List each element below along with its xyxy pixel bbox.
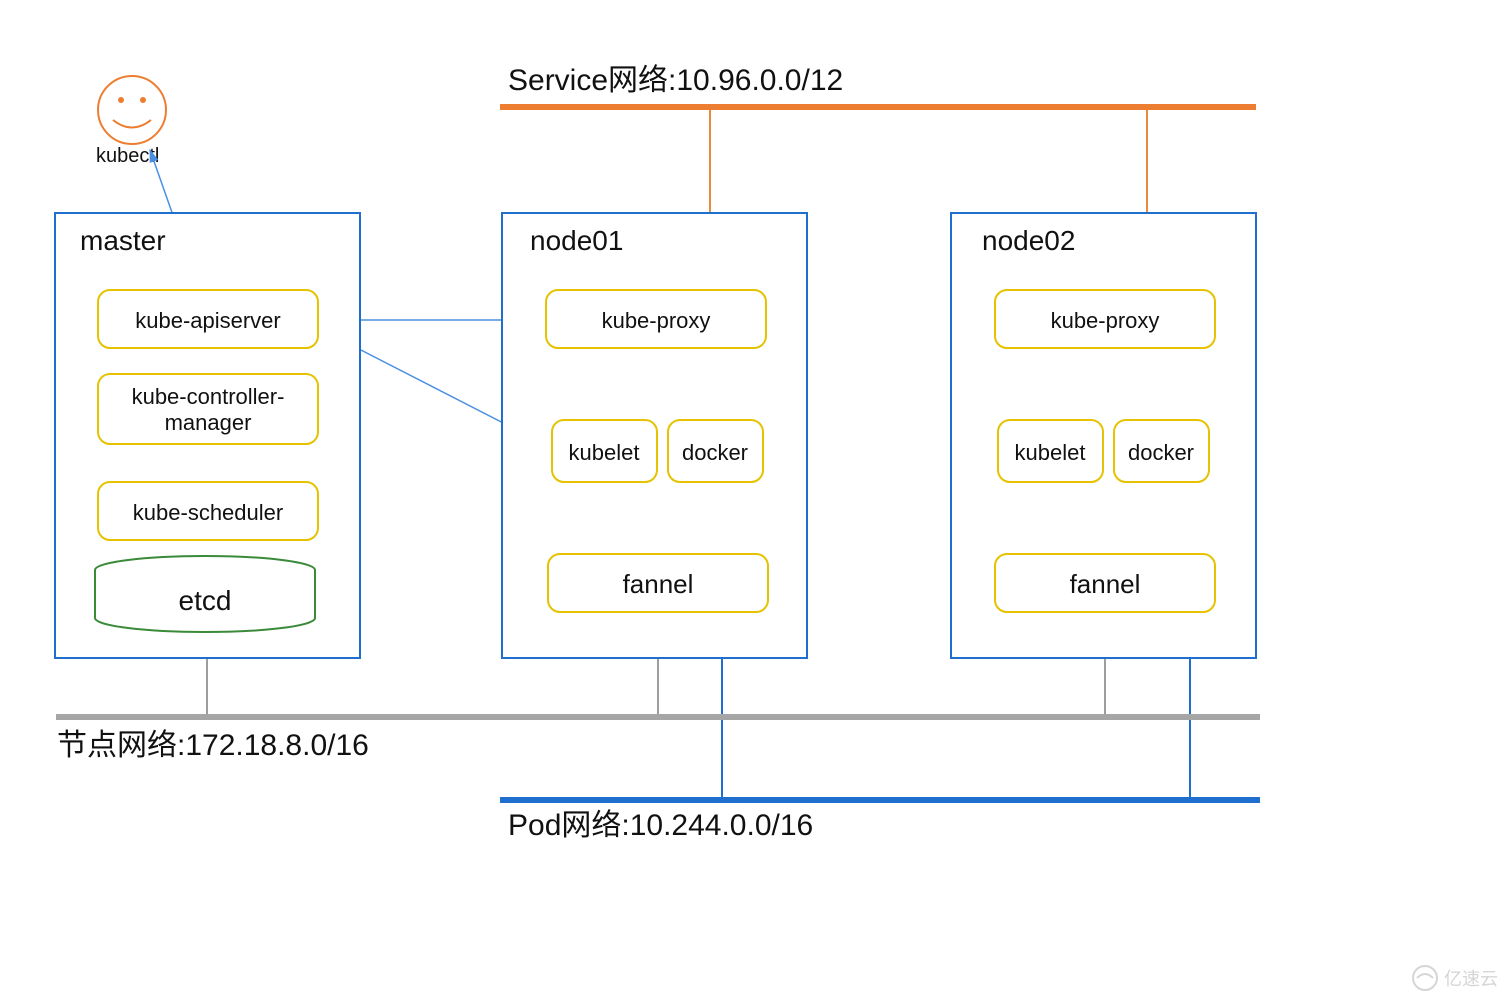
node01-title: node01 <box>530 225 623 256</box>
node01-fannel-label: fannel <box>623 569 694 599</box>
pod-network-label: Pod网络:10.244.0.0/16 <box>508 809 813 842</box>
node02-box: node02 kube-proxy kubelet docker fannel <box>951 213 1256 658</box>
node02-kubeproxy-label: kube-proxy <box>1051 308 1160 333</box>
kube-scheduler-label: kube-scheduler <box>133 500 283 525</box>
kube-apiserver-label: kube-apiserver <box>135 308 281 333</box>
watermark: 亿速云 <box>1413 966 1498 990</box>
etcd-cylinder: etcd <box>95 556 315 632</box>
kube-controller-l1: kube-controller- <box>132 384 285 409</box>
master-box: master kube-apiserver kube-controller- m… <box>55 213 360 658</box>
node01-docker-label: docker <box>682 440 748 465</box>
kubectl-icon <box>98 76 166 144</box>
kube-controller-l2: manager <box>165 410 252 435</box>
node02-fannel-label: fannel <box>1070 569 1141 599</box>
node02-title: node02 <box>982 225 1075 256</box>
node02-docker-label: docker <box>1128 440 1194 465</box>
node01-kubeproxy-label: kube-proxy <box>602 308 711 333</box>
master-title: master <box>80 225 166 256</box>
kubectl-label: kubectl <box>96 145 159 167</box>
watermark-text: 亿速云 <box>1444 969 1498 989</box>
node02-kubelet-label: kubelet <box>1015 440 1086 465</box>
node01-box: node01 kube-proxy kubelet docker fannel <box>502 213 807 658</box>
diagram-canvas: Service网络:10.96.0.0/12 节点网络:172.18.8.0/1… <box>0 0 1510 997</box>
service-network-label: Service网络:10.96.0.0/12 <box>508 64 843 97</box>
node01-kubelet-label: kubelet <box>569 440 640 465</box>
node-network-label: 节点网络:172.18.8.0/16 <box>57 729 369 762</box>
etcd-label: etcd <box>179 585 232 616</box>
